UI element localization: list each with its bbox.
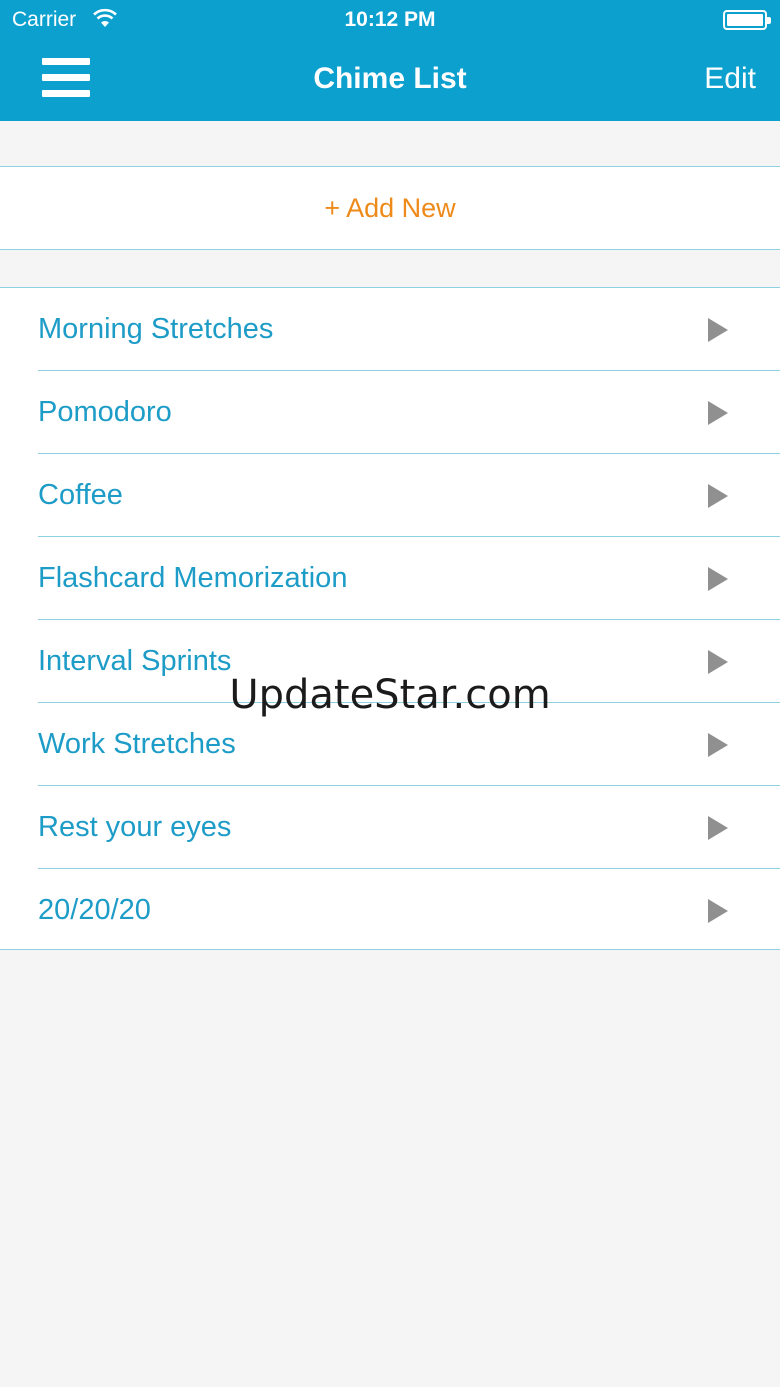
chevron-right-icon [708,401,728,425]
watermark: UpdateStar.com [229,672,551,718]
chevron-right-icon [708,318,728,342]
list-item-label: Rest your eyes [38,811,232,843]
battery-fill [727,14,763,26]
chevron-right-icon [708,816,728,840]
chevron-right-icon [708,650,728,674]
status-bar: Carrier 10:12 PM [0,0,780,40]
chevron-right-icon [708,733,728,757]
list-item[interactable]: Coffee [0,454,780,537]
page-title: Chime List [313,62,467,95]
battery-nub [767,17,771,24]
list-item-label: 20/20/20 [38,894,151,926]
list-item-label: Coffee [38,479,123,511]
top-bar: Carrier 10:12 PM Chime List Edit [0,0,780,121]
chime-list: Morning Stretches Pomodoro Coffee Flashcard… [0,287,780,950]
list-item[interactable]: Rest your eyes [0,786,780,869]
list-item[interactable]: Morning Stretches [0,288,780,371]
navigation-bar: Chime List Edit [0,40,780,121]
add-new-section: + Add New [0,166,780,250]
list-item-label: Flashcard Memorization [38,562,348,594]
add-new-button[interactable]: + Add New [0,167,780,249]
battery-icon [723,10,771,30]
list-item-label: Morning Stretches [38,313,274,345]
chevron-right-icon [708,899,728,923]
list-item-label: Pomodoro [38,396,172,428]
chevron-right-icon [708,484,728,508]
list-item[interactable]: Pomodoro [0,371,780,454]
chevron-right-icon [708,567,728,591]
list-item[interactable]: 20/20/20 [0,869,780,952]
edit-button[interactable]: Edit [704,62,756,96]
list-item[interactable]: Flashcard Memorization [0,537,780,620]
status-time: 10:12 PM [344,8,436,31]
